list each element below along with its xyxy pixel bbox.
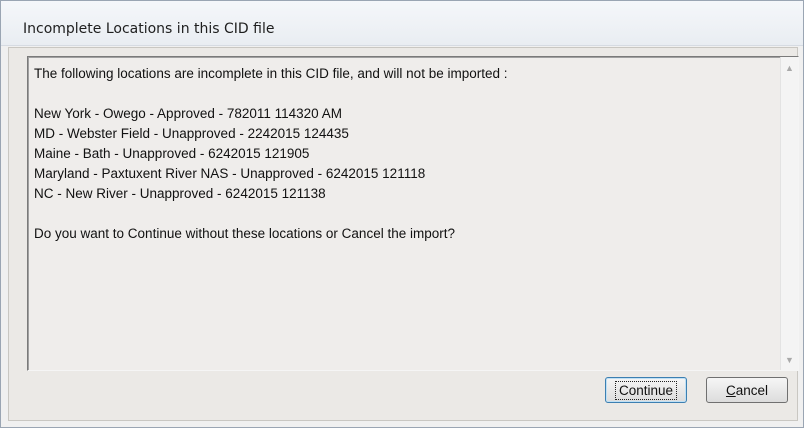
window-title: Incomplete Locations in this CID file [23,21,275,37]
continue-button-label: Continue [614,380,678,400]
message-text: The following locations are incomplete i… [34,64,774,244]
scroll-up-icon[interactable]: ▲ [781,59,798,76]
location-item: NC - New River - Unapproved - 6242015 12… [34,186,326,201]
dialog-window: Incomplete Locations in this CID file Th… [0,0,804,428]
cancel-button-label: Cancel [726,383,768,398]
cancel-mnemonic: C [725,382,736,398]
location-item: MD - Webster Field - Unapproved - 224201… [34,126,349,141]
question-text: Do you want to Continue without these lo… [34,226,455,241]
vertical-scrollbar[interactable]: ▲ ▼ [780,57,798,370]
cancel-button[interactable]: Cancel [706,377,788,403]
message-textarea[interactable]: The following locations are incomplete i… [27,56,799,371]
scroll-down-icon[interactable]: ▼ [781,351,798,368]
intro-text: The following locations are incomplete i… [34,66,508,81]
location-item: New York - Owego - Approved - 782011 114… [34,106,342,121]
cancel-label-rest: ancel [735,382,769,398]
location-item: Maine - Bath - Unapproved - 6242015 1219… [34,146,310,161]
location-item: Maryland - Paxtuxent River NAS - Unappro… [34,166,426,181]
title-bar[interactable]: Incomplete Locations in this CID file [1,1,803,46]
continue-button[interactable]: Continue [605,377,687,403]
